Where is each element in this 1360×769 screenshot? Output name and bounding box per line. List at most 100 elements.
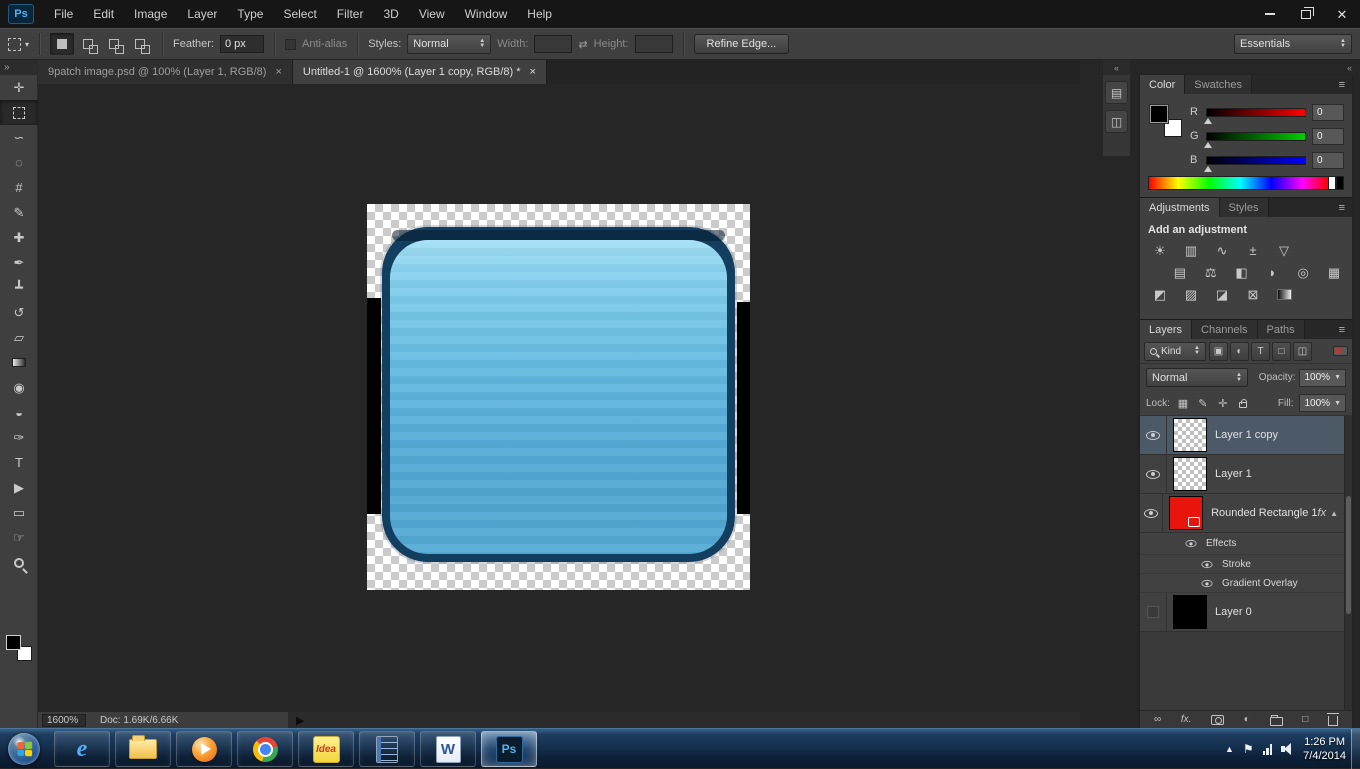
volume-icon[interactable]: [1281, 743, 1294, 755]
visibility-cell[interactable]: [1140, 416, 1167, 454]
tab-close-icon[interactable]: ×: [275, 66, 281, 78]
foreground-color-swatch[interactable]: [6, 635, 21, 650]
menu-help[interactable]: Help: [517, 0, 562, 28]
foreground-color-swatch[interactable]: [1150, 105, 1168, 123]
slider-thumb-icon[interactable]: [1204, 118, 1212, 124]
new-selection-button[interactable]: [50, 33, 74, 55]
show-hidden-icons-button[interactable]: ▲: [1225, 744, 1234, 754]
hue-saturation-adjustment-icon[interactable]: ▤: [1170, 265, 1190, 280]
tab-adjustments[interactable]: Adjustments: [1140, 198, 1220, 217]
anti-alias-checkbox[interactable]: [285, 39, 296, 50]
zoom-level-input[interactable]: 1600%: [42, 714, 86, 727]
color-swatch-pair[interactable]: [1150, 105, 1182, 137]
new-layer-icon[interactable]: □: [1302, 714, 1308, 725]
color-balance-adjustment-icon[interactable]: ⚖: [1201, 265, 1221, 280]
slider-thumb-icon[interactable]: [1204, 142, 1212, 148]
blend-mode-dropdown[interactable]: Normal ▲▼: [1146, 368, 1248, 387]
rectangular-marquee-tool[interactable]: [0, 100, 38, 125]
layer-effect-row-gradient-overlay[interactable]: Gradient Overlay: [1140, 574, 1344, 593]
visibility-cell[interactable]: [1140, 455, 1167, 493]
menu-window[interactable]: Window: [455, 0, 518, 28]
layer-thumbnail[interactable]: [1173, 457, 1207, 491]
link-layers-icon[interactable]: ∞: [1154, 714, 1161, 725]
crop-tool[interactable]: #: [0, 175, 38, 200]
curves-adjustment-icon[interactable]: ∿: [1212, 243, 1232, 258]
channel-value-input[interactable]: 0: [1312, 104, 1344, 121]
show-desktop-button[interactable]: [1351, 729, 1360, 769]
layer-thumbnail[interactable]: [1169, 496, 1203, 530]
tab-layers[interactable]: Layers: [1140, 320, 1192, 339]
pixel-filter-icon[interactable]: ▣: [1209, 342, 1228, 361]
shape-filter-icon[interactable]: □: [1272, 342, 1291, 361]
rectangle-tool[interactable]: ▭: [0, 500, 38, 525]
tab-paths[interactable]: Paths: [1258, 320, 1305, 339]
swap-dimensions-icon[interactable]: ⇄: [578, 38, 587, 51]
properties-panel-icon[interactable]: ◫: [1105, 110, 1128, 133]
lock-all-icon[interactable]: [1236, 398, 1250, 408]
width-input[interactable]: [534, 35, 572, 53]
history-brush-tool[interactable]: ↺: [0, 300, 38, 325]
lock-position-icon[interactable]: ✛: [1216, 397, 1230, 410]
taskbar-file-explorer-button[interactable]: [115, 731, 171, 767]
threshold-adjustment-icon[interactable]: ◪: [1212, 287, 1232, 302]
layer-thumbnail[interactable]: [1173, 418, 1207, 452]
layer-row-layer-1[interactable]: Layer 1: [1140, 455, 1344, 494]
spot-healing-tool[interactable]: ✚: [0, 225, 38, 250]
feather-input[interactable]: 0 px: [220, 35, 264, 53]
visibility-eye-icon[interactable]: [1201, 560, 1212, 567]
layer-effect-row-stroke[interactable]: Stroke: [1140, 555, 1344, 574]
collapse-dock-icon[interactable]: «: [1347, 63, 1352, 73]
pen-tool[interactable]: ✑: [0, 425, 38, 450]
add-layer-mask-icon[interactable]: [1211, 715, 1224, 725]
vibrance-adjustment-icon[interactable]: ▽: [1274, 243, 1294, 258]
delete-layer-icon[interactable]: [1328, 716, 1338, 726]
intersect-selection-button[interactable]: [128, 33, 152, 55]
menu-view[interactable]: View: [409, 0, 455, 28]
refine-edge-button[interactable]: Refine Edge...: [694, 34, 790, 54]
levels-adjustment-icon[interactable]: ▥: [1181, 243, 1201, 258]
eyedropper-tool[interactable]: ✎: [0, 200, 38, 225]
channel-slider-r[interactable]: [1206, 108, 1306, 117]
status-options-arrow-icon[interactable]: ▶: [296, 714, 304, 727]
clone-stamp-tool[interactable]: ┻: [0, 275, 38, 300]
visibility-eye-icon[interactable]: [1144, 509, 1158, 518]
document-image[interactable]: [367, 204, 750, 590]
slider-thumb-icon[interactable]: [1204, 166, 1212, 172]
tab-swatches[interactable]: Swatches: [1185, 75, 1252, 94]
color-lookup-adjustment-icon[interactable]: ▦: [1324, 265, 1344, 280]
visibility-eye-icon[interactable]: [1185, 540, 1196, 547]
toolbar-collapse-icon[interactable]: »: [0, 60, 37, 75]
spectrum-black-swatch[interactable]: [1336, 176, 1344, 190]
zoom-tool[interactable]: [0, 550, 38, 575]
path-selection-tool[interactable]: ▶: [0, 475, 38, 500]
canvas-area[interactable]: [38, 84, 1080, 712]
fill-dropdown[interactable]: 100% ▼: [1299, 394, 1346, 412]
smart-object-filter-icon[interactable]: ◫: [1293, 342, 1312, 361]
type-tool[interactable]: T: [0, 450, 38, 475]
document-tab-1[interactable]: 9patch image.psd @ 100% (Layer 1, RGB/8)…: [38, 60, 293, 84]
menu-select[interactable]: Select: [273, 0, 326, 28]
layers-scrollbar[interactable]: [1344, 416, 1352, 710]
menu-layer[interactable]: Layer: [177, 0, 227, 28]
move-tool[interactable]: ✛: [0, 75, 38, 100]
color-spectrum-ramp[interactable]: [1148, 176, 1344, 190]
tab-channels[interactable]: Channels: [1192, 320, 1257, 339]
quick-selection-tool[interactable]: ◌: [0, 150, 38, 175]
photo-filter-adjustment-icon[interactable]: ◗: [1262, 265, 1282, 280]
layer-filter-toggle[interactable]: [1333, 346, 1348, 356]
eraser-tool[interactable]: ▱: [0, 325, 38, 350]
tool-preset-picker[interactable]: ▾: [8, 38, 29, 51]
network-icon[interactable]: [1263, 744, 1273, 755]
new-group-icon[interactable]: [1270, 717, 1283, 726]
lasso-tool[interactable]: ∽: [0, 125, 38, 150]
spectrum-white-swatch[interactable]: [1328, 176, 1336, 190]
lock-transparency-icon[interactable]: ▦: [1176, 397, 1190, 410]
menu-file[interactable]: File: [44, 0, 83, 28]
minimize-button[interactable]: [1252, 0, 1288, 28]
channel-mixer-adjustment-icon[interactable]: ◎: [1293, 265, 1313, 280]
layer-style-icon[interactable]: fx.: [1181, 714, 1192, 725]
channel-value-input[interactable]: 0: [1312, 128, 1344, 145]
foreground-background-swatches[interactable]: [6, 635, 32, 661]
exposure-adjustment-icon[interactable]: ±: [1243, 243, 1263, 258]
invert-adjustment-icon[interactable]: ◩: [1150, 287, 1170, 302]
